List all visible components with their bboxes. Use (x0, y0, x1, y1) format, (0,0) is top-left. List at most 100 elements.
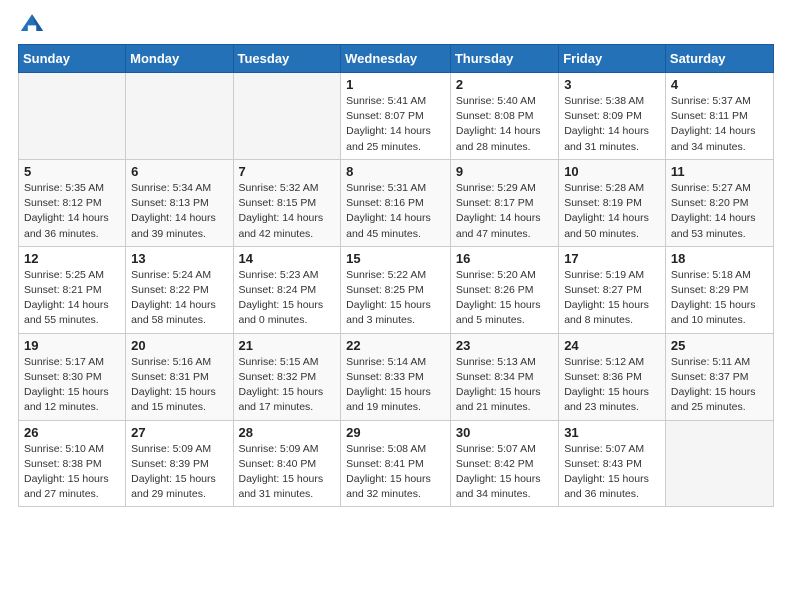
week-row-2: 5 Sunrise: 5:35 AMSunset: 8:12 PMDaylight… (19, 159, 774, 246)
week-row-4: 19Sunrise: 5:17 AMSunset: 8:30 PMDayligh… (19, 333, 774, 420)
day-cell: 4 Sunrise: 5:37 AMSunset: 8:11 PMDaylight… (665, 73, 773, 160)
day-info: Sunrise: 5:28 AMSunset: 8:19 PMDaylight:… (564, 181, 660, 242)
day-info: Sunrise: 5:18 AMSunset: 8:29 PMDaylight:… (671, 268, 768, 329)
day-info: Sunrise: 5:24 AMSunset: 8:22 PMDaylight:… (131, 268, 227, 329)
col-header-friday: Friday (559, 45, 666, 73)
col-header-monday: Monday (126, 45, 233, 73)
day-info: Sunrise: 5:16 AMSunset: 8:31 PMDaylight:… (131, 355, 227, 416)
day-cell: 25 Sunrise: 5:11 AMSunset: 8:37 PMDayligh… (665, 333, 773, 420)
day-info: Sunrise: 5:29 AMSunset: 8:17 PMDaylight:… (456, 181, 553, 242)
day-info: Sunrise: 5:07 AMSunset: 8:43 PMDaylight:… (564, 442, 660, 503)
day-info: Sunrise: 5:14 AMSunset: 8:33 PMDaylight:… (346, 355, 445, 416)
col-header-tuesday: Tuesday (233, 45, 341, 73)
calendar-header-row: SundayMondayTuesdayWednesdayThursdayFrid… (19, 45, 774, 73)
day-info: Sunrise: 5:19 AMSunset: 8:27 PMDaylight:… (564, 268, 660, 329)
day-number: 6 (131, 164, 227, 179)
day-number: 31 (564, 425, 660, 440)
day-cell: 30 Sunrise: 5:07 AMSunset: 8:42 PMDayligh… (450, 420, 558, 507)
day-cell: 28 Sunrise: 5:09 AMSunset: 8:40 PMDayligh… (233, 420, 341, 507)
day-info: Sunrise: 5:38 AMSunset: 8:09 PMDaylight:… (564, 94, 660, 155)
day-cell: 11 Sunrise: 5:27 AMSunset: 8:20 PMDayligh… (665, 159, 773, 246)
day-cell: 31 Sunrise: 5:07 AMSunset: 8:43 PMDayligh… (559, 420, 666, 507)
calendar-table: SundayMondayTuesdayWednesdayThursdayFrid… (18, 44, 774, 507)
day-cell: 10Sunrise: 5:28 AMSunset: 8:19 PMDayligh… (559, 159, 666, 246)
day-info: Sunrise: 5:08 AMSunset: 8:41 PMDaylight:… (346, 442, 445, 503)
day-info: Sunrise: 5:40 AMSunset: 8:08 PMDaylight:… (456, 94, 553, 155)
day-cell (126, 73, 233, 160)
day-cell: 2 Sunrise: 5:40 AMSunset: 8:08 PMDaylight… (450, 73, 558, 160)
day-info: Sunrise: 5:11 AMSunset: 8:37 PMDaylight:… (671, 355, 768, 416)
day-cell: 15 Sunrise: 5:22 AMSunset: 8:25 PMDayligh… (341, 246, 451, 333)
day-number: 2 (456, 77, 553, 92)
day-cell: 22 Sunrise: 5:14 AMSunset: 8:33 PMDayligh… (341, 333, 451, 420)
day-cell: 23 Sunrise: 5:13 AMSunset: 8:34 PMDayligh… (450, 333, 558, 420)
day-cell: 27 Sunrise: 5:09 AMSunset: 8:39 PMDayligh… (126, 420, 233, 507)
day-info: Sunrise: 5:09 AMSunset: 8:40 PMDaylight:… (239, 442, 336, 503)
logo (18, 10, 50, 38)
day-cell (665, 420, 773, 507)
day-info: Sunrise: 5:12 AMSunset: 8:36 PMDaylight:… (564, 355, 660, 416)
day-cell: 1 Sunrise: 5:41 AMSunset: 8:07 PMDaylight… (341, 73, 451, 160)
col-header-thursday: Thursday (450, 45, 558, 73)
week-row-3: 12 Sunrise: 5:25 AMSunset: 8:21 PMDayligh… (19, 246, 774, 333)
day-info: Sunrise: 5:27 AMSunset: 8:20 PMDaylight:… (671, 181, 768, 242)
day-number: 23 (456, 338, 553, 353)
day-number: 30 (456, 425, 553, 440)
day-cell: 6 Sunrise: 5:34 AMSunset: 8:13 PMDaylight… (126, 159, 233, 246)
day-number: 26 (24, 425, 120, 440)
day-cell: 18 Sunrise: 5:18 AMSunset: 8:29 PMDayligh… (665, 246, 773, 333)
day-number: 9 (456, 164, 553, 179)
day-cell: 16Sunrise: 5:20 AMSunset: 8:26 PMDayligh… (450, 246, 558, 333)
day-number: 11 (671, 164, 768, 179)
day-cell: 5 Sunrise: 5:35 AMSunset: 8:12 PMDaylight… (19, 159, 126, 246)
day-cell: 8 Sunrise: 5:31 AMSunset: 8:16 PMDaylight… (341, 159, 451, 246)
day-number: 27 (131, 425, 227, 440)
day-info: Sunrise: 5:13 AMSunset: 8:34 PMDaylight:… (456, 355, 553, 416)
day-number: 8 (346, 164, 445, 179)
day-number: 28 (239, 425, 336, 440)
day-info: Sunrise: 5:35 AMSunset: 8:12 PMDaylight:… (24, 181, 120, 242)
day-info: Sunrise: 5:37 AMSunset: 8:11 PMDaylight:… (671, 94, 768, 155)
header (18, 10, 774, 38)
day-info: Sunrise: 5:17 AMSunset: 8:30 PMDaylight:… (24, 355, 120, 416)
day-number: 4 (671, 77, 768, 92)
logo-icon (18, 10, 46, 38)
day-cell (233, 73, 341, 160)
day-cell: 13Sunrise: 5:24 AMSunset: 8:22 PMDayligh… (126, 246, 233, 333)
day-info: Sunrise: 5:10 AMSunset: 8:38 PMDaylight:… (24, 442, 120, 503)
day-info: Sunrise: 5:25 AMSunset: 8:21 PMDaylight:… (24, 268, 120, 329)
day-cell: 29 Sunrise: 5:08 AMSunset: 8:41 PMDayligh… (341, 420, 451, 507)
day-cell: 17Sunrise: 5:19 AMSunset: 8:27 PMDayligh… (559, 246, 666, 333)
day-number: 21 (239, 338, 336, 353)
page: SundayMondayTuesdayWednesdayThursdayFrid… (0, 0, 792, 612)
week-row-5: 26 Sunrise: 5:10 AMSunset: 8:38 PMDayligh… (19, 420, 774, 507)
day-info: Sunrise: 5:41 AMSunset: 8:07 PMDaylight:… (346, 94, 445, 155)
col-header-wednesday: Wednesday (341, 45, 451, 73)
day-number: 12 (24, 251, 120, 266)
day-cell: 7Sunrise: 5:32 AMSunset: 8:15 PMDaylight… (233, 159, 341, 246)
day-number: 3 (564, 77, 660, 92)
day-info: Sunrise: 5:15 AMSunset: 8:32 PMDaylight:… (239, 355, 336, 416)
day-number: 14 (239, 251, 336, 266)
day-cell: 19Sunrise: 5:17 AMSunset: 8:30 PMDayligh… (19, 333, 126, 420)
day-cell: 20Sunrise: 5:16 AMSunset: 8:31 PMDayligh… (126, 333, 233, 420)
day-number: 25 (671, 338, 768, 353)
day-info: Sunrise: 5:31 AMSunset: 8:16 PMDaylight:… (346, 181, 445, 242)
day-cell: 26 Sunrise: 5:10 AMSunset: 8:38 PMDayligh… (19, 420, 126, 507)
day-number: 1 (346, 77, 445, 92)
day-info: Sunrise: 5:07 AMSunset: 8:42 PMDaylight:… (456, 442, 553, 503)
day-number: 15 (346, 251, 445, 266)
day-cell: 9 Sunrise: 5:29 AMSunset: 8:17 PMDaylight… (450, 159, 558, 246)
day-number: 22 (346, 338, 445, 353)
day-info: Sunrise: 5:22 AMSunset: 8:25 PMDaylight:… (346, 268, 445, 329)
day-number: 18 (671, 251, 768, 266)
day-info: Sunrise: 5:34 AMSunset: 8:13 PMDaylight:… (131, 181, 227, 242)
day-number: 16 (456, 251, 553, 266)
day-number: 29 (346, 425, 445, 440)
day-cell (19, 73, 126, 160)
day-cell: 24Sunrise: 5:12 AMSunset: 8:36 PMDayligh… (559, 333, 666, 420)
day-info: Sunrise: 5:09 AMSunset: 8:39 PMDaylight:… (131, 442, 227, 503)
day-number: 5 (24, 164, 120, 179)
day-cell: 14Sunrise: 5:23 AMSunset: 8:24 PMDayligh… (233, 246, 341, 333)
day-cell: 21 Sunrise: 5:15 AMSunset: 8:32 PMDayligh… (233, 333, 341, 420)
